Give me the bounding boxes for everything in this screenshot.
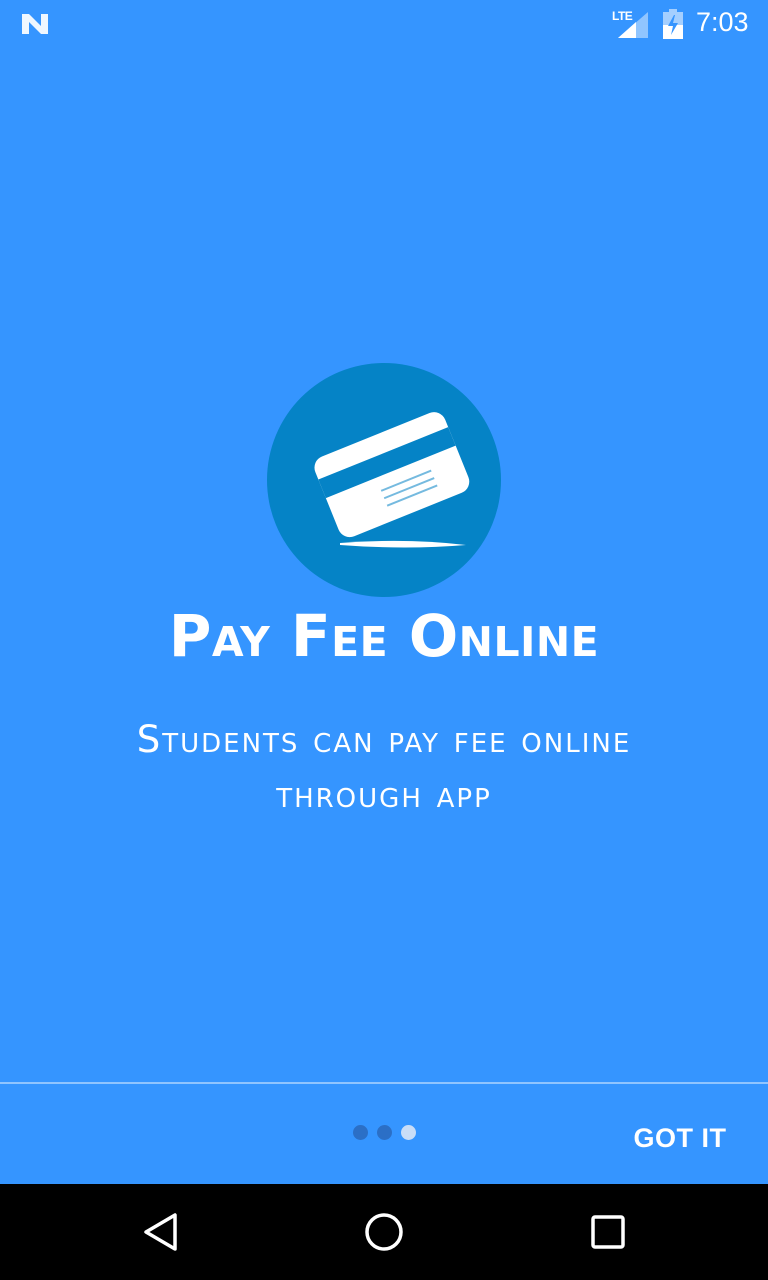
- recents-square-icon[interactable]: [584, 1208, 632, 1256]
- credit-card-icon: [267, 363, 501, 597]
- got-it-button[interactable]: GOT IT: [620, 1110, 740, 1166]
- status-bar: LTE 7:03: [0, 0, 768, 48]
- page-dot-3: [401, 1125, 416, 1140]
- battery-charging-icon: [663, 9, 683, 39]
- back-triangle-icon[interactable]: [136, 1208, 184, 1256]
- page-indicator: [349, 1123, 421, 1141]
- footer-divider: [0, 1082, 768, 1084]
- navigation-bar: [0, 1184, 768, 1280]
- slide-title: Pay Fee Online: [168, 602, 600, 670]
- page-dot-2: [377, 1125, 392, 1140]
- n-notification-icon: [22, 14, 48, 34]
- status-time: 7:03: [696, 7, 749, 37]
- page-dot-1: [353, 1125, 368, 1140]
- cell-signal-icon: [618, 12, 648, 38]
- slide-description: Students can pay fee online through app: [136, 718, 632, 816]
- home-circle-icon[interactable]: [360, 1208, 408, 1256]
